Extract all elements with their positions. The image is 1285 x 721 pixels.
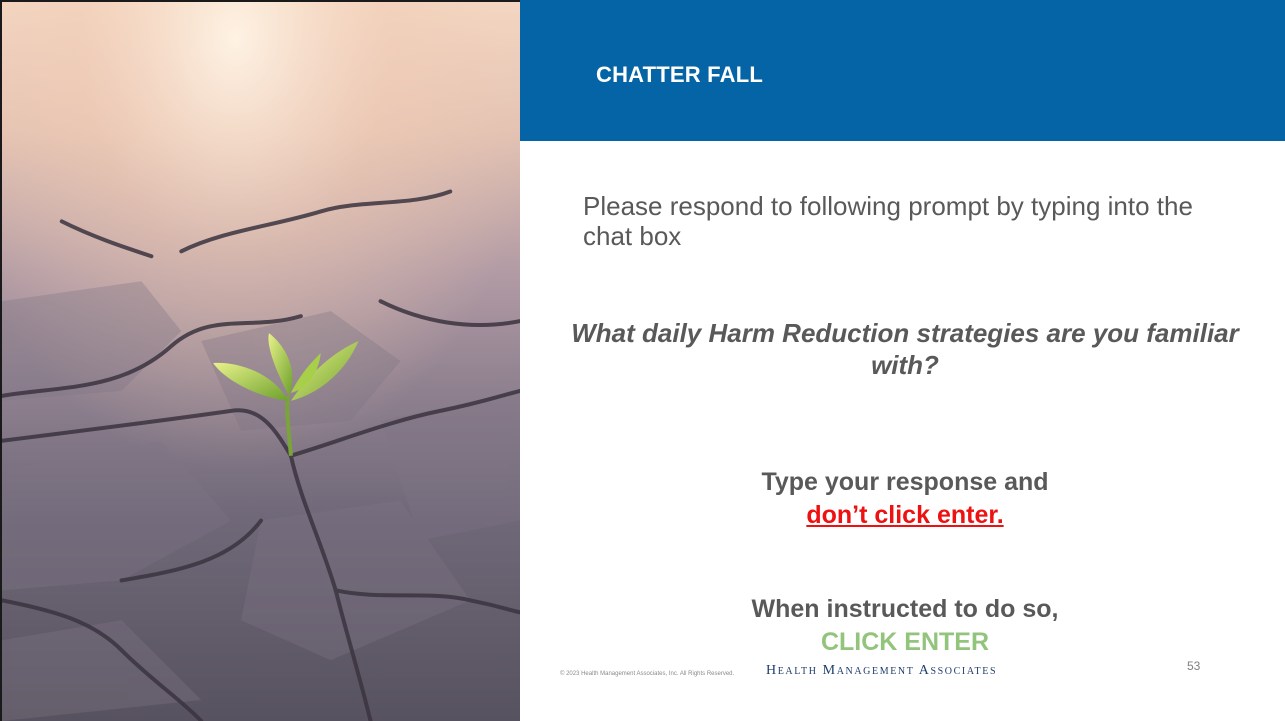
page-number: 53	[1187, 659, 1201, 673]
instruction-action: CLICK ENTER	[820, 628, 990, 656]
instruction-type-response: Type your response and don’t click enter…	[560, 466, 1250, 532]
instruction-warning: don’t click enter.	[806, 501, 1004, 529]
photo-illustration	[2, 2, 520, 721]
slide-title: CHATTER FALL	[596, 62, 763, 87]
instruction-line: Type your response and	[761, 468, 1049, 496]
prompt-intro-text: Please respond to following prompt by ty…	[583, 191, 1193, 251]
header-bar: CHATTER FALL	[520, 0, 1285, 141]
copyright-notice: © 2023 Health Management Associates, Inc…	[560, 671, 735, 677]
cracked-earth-sprout-photo	[0, 0, 520, 721]
brand-logo-text: Health Management Associates	[766, 663, 998, 678]
instruction-click-enter: When instructed to do so, CLICK ENTER	[560, 593, 1250, 659]
slide-content: Please respond to following prompt by ty…	[520, 141, 1285, 721]
slide: CHATTER FALL Please respond to following…	[0, 0, 1285, 721]
instruction-line: When instructed to do so,	[751, 595, 1059, 623]
prompt-question: What daily Harm Reduction strategies are…	[571, 318, 1239, 380]
